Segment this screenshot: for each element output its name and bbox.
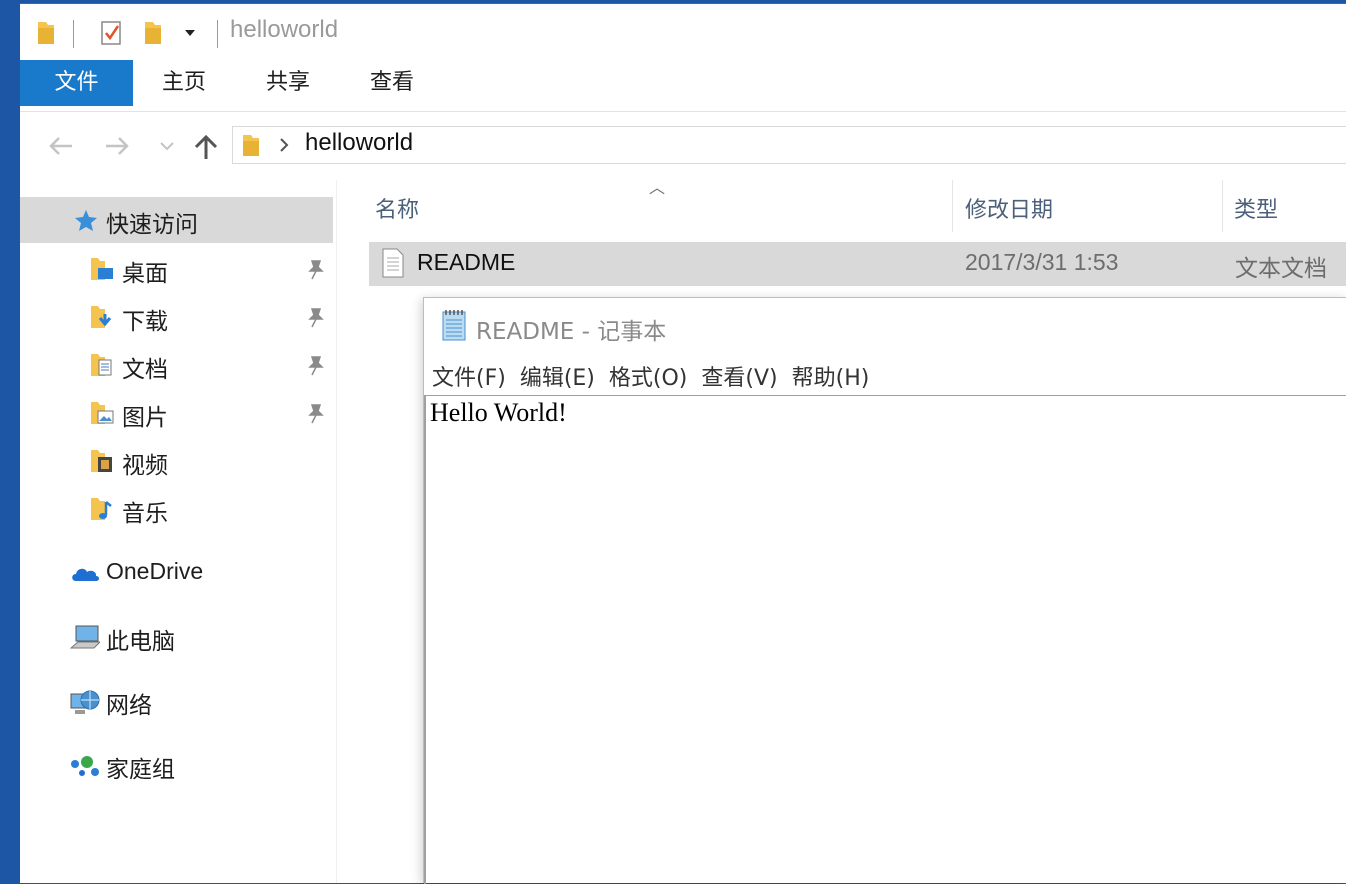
notepad-title: README - 记事本 — [476, 319, 667, 345]
toolbar-separator — [73, 20, 74, 48]
file-name: README — [417, 249, 516, 275]
folder-icon — [243, 135, 259, 156]
pin-icon[interactable] — [306, 306, 326, 328]
chevron-right-icon — [280, 138, 289, 152]
navigation-bar: helloworld — [20, 112, 1346, 176]
up-arrow-icon[interactable] — [194, 134, 218, 160]
menu-file[interactable]: 文件(F) — [432, 366, 506, 391]
dropdown-icon[interactable] — [184, 28, 196, 38]
sidebar-item-downloads[interactable]: 下载 — [20, 294, 333, 340]
pictures-folder-icon — [91, 402, 114, 424]
title-bar: helloworld — [20, 4, 1346, 60]
sidebar-item-videos[interactable]: 视频 — [20, 438, 333, 484]
menu-help[interactable]: 帮助(H) — [792, 366, 870, 391]
sidebar-item-pictures[interactable]: 图片 — [20, 390, 333, 436]
toolbar-separator — [217, 20, 218, 48]
navigation-pane: 快速访问 桌面 下载 文档 图片 视频 音乐 OneDrive 此电脑 网络 家… — [20, 180, 337, 883]
sidebar-item-onedrive[interactable]: OneDrive — [20, 550, 333, 596]
sidebar-item-label: 图片 — [122, 405, 168, 431]
star-icon — [75, 210, 97, 231]
notepad-text-area[interactable]: Hello World! — [424, 395, 1346, 884]
window-title: helloworld — [230, 16, 339, 43]
sidebar-item-network[interactable]: 网络 — [20, 678, 333, 724]
tab-share[interactable]: 共享 — [252, 60, 324, 106]
file-modified-date: 2017/3/31 1:53 — [965, 249, 1119, 275]
sidebar-item-label: 音乐 — [122, 501, 168, 527]
notepad-window: README - 记事本 文件(F) 编辑(E) 格式(O) 查看(V) 帮助(H) H… — [423, 297, 1346, 884]
homegroup-icon — [71, 756, 99, 776]
sidebar-item-label: 视频 — [122, 453, 168, 479]
tab-view[interactable]: 查看 — [356, 60, 428, 106]
sidebar-item-documents[interactable]: 文档 — [20, 342, 333, 388]
column-separator[interactable] — [952, 180, 953, 232]
column-header-name[interactable]: 名称 — [375, 192, 419, 224]
notepad-content[interactable]: Hello World! — [430, 398, 567, 428]
ribbon: 文件 主页 共享 查看 — [20, 60, 1346, 112]
sidebar-item-label: 桌面 — [122, 261, 168, 287]
tab-home[interactable]: 主页 — [148, 60, 220, 106]
pin-icon[interactable] — [306, 354, 326, 376]
column-header-modified[interactable]: 修改日期 — [965, 192, 1053, 224]
menu-format[interactable]: 格式(O) — [609, 366, 687, 391]
address-path[interactable]: helloworld — [305, 129, 413, 157]
sidebar-item-label: 下载 — [122, 309, 168, 335]
address-bar[interactable]: helloworld — [232, 126, 1346, 164]
column-header-type[interactable]: 类型 — [1234, 192, 1278, 224]
downloads-folder-icon — [91, 306, 112, 328]
videos-folder-icon — [91, 450, 112, 472]
folder-icon[interactable] — [143, 18, 163, 46]
sidebar-item-label: 网络 — [106, 693, 152, 719]
network-icon — [70, 690, 100, 714]
documents-folder-icon — [91, 354, 112, 376]
recent-locations-dropdown-icon[interactable] — [160, 142, 174, 152]
sidebar-item-label: 家庭组 — [106, 757, 175, 783]
file-type: 文本文档 — [1235, 256, 1327, 282]
computer-icon — [70, 625, 100, 649]
menu-edit[interactable]: 编辑(E) — [520, 366, 595, 391]
notepad-icon — [442, 310, 466, 341]
forward-arrow-icon[interactable] — [104, 136, 130, 156]
column-header-separator[interactable] — [1222, 180, 1223, 232]
sidebar-item-this-pc[interactable]: 此电脑 — [20, 614, 333, 660]
tab-file[interactable]: 文件 — [20, 60, 133, 106]
checkmark-icon[interactable] — [100, 18, 124, 46]
sidebar-item-music[interactable]: 音乐 — [20, 486, 333, 532]
table-row[interactable]: README 2017/3/31 1:53 文本文档 — [369, 242, 1346, 286]
back-arrow-icon[interactable] — [48, 136, 74, 156]
onedrive-cloud-icon — [72, 568, 99, 581]
sidebar-item-label: 快速访问 — [106, 212, 198, 238]
sidebar-item-homegroup[interactable]: 家庭组 — [20, 742, 333, 788]
pin-icon[interactable] — [306, 402, 326, 424]
sort-ascending-icon: ︿ — [649, 178, 666, 197]
desktop-folder-icon — [91, 258, 113, 280]
folder-icon[interactable] — [36, 18, 56, 46]
sidebar-item-label: OneDrive — [106, 558, 204, 584]
sidebar-item-desktop[interactable]: 桌面 — [20, 246, 333, 292]
music-folder-icon — [91, 498, 112, 520]
menu-view[interactable]: 查看(V) — [701, 366, 777, 391]
notepad-menu-bar: 文件(F) 编辑(E) 格式(O) 查看(V) 帮助(H) — [432, 360, 883, 394]
sidebar-item-quick-access[interactable]: 快速访问 — [20, 197, 333, 243]
sidebar-item-label: 文档 — [122, 357, 168, 383]
pin-icon[interactable] — [306, 258, 326, 280]
sidebar-item-label: 此电脑 — [106, 629, 175, 655]
text-file-icon — [382, 248, 404, 278]
